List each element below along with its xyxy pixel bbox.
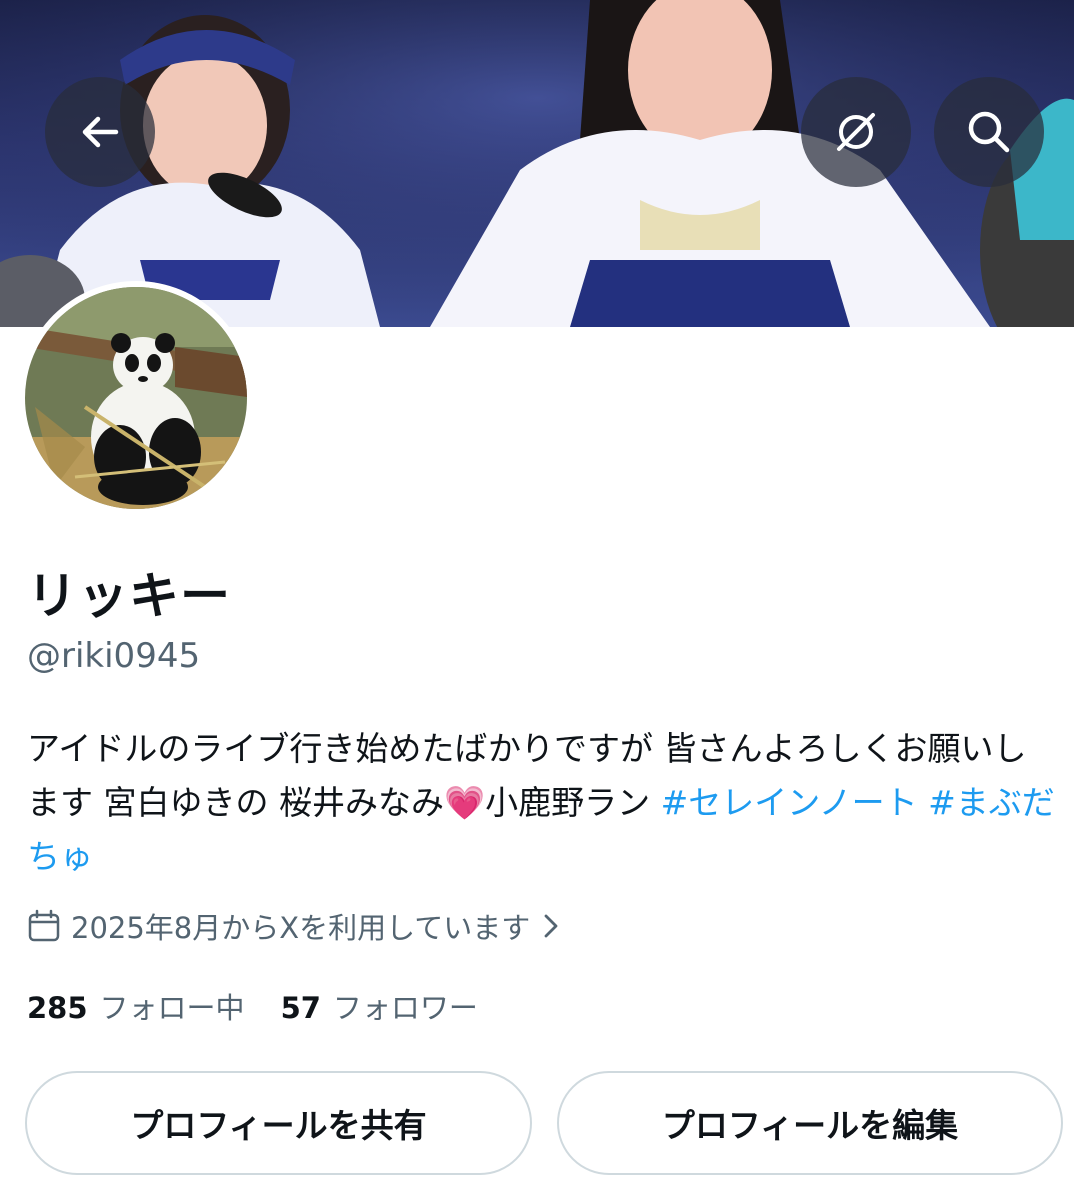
hashtag-link[interactable]: #セレインノート [661, 783, 918, 822]
following-link[interactable]: 285 フォロー中 [27, 985, 245, 1027]
arrow-left-icon [82, 116, 119, 148]
avatar-image [25, 287, 247, 509]
banner-image [0, 0, 1074, 327]
following-count: 285 [27, 991, 88, 1025]
followers-link[interactable]: 57 フォロワー [281, 985, 478, 1027]
grok-icon [837, 113, 875, 151]
followers-count: 57 [280, 991, 321, 1025]
joined-date: 2025年8月からXを利用しています [71, 911, 531, 945]
follow-stats: 285 フォロー中 57 フォロワー [27, 985, 478, 1027]
share-profile-button[interactable]: プロフィールを共有 [25, 1071, 532, 1175]
followers-label: フォロワー [332, 991, 478, 1025]
chevron-right-icon [542, 912, 560, 940]
search-button[interactable] [934, 77, 1044, 187]
search-icon [968, 111, 1010, 153]
heart-emoji: 💗 [443, 783, 486, 822]
joined-date-row[interactable]: 2025年8月からXを利用しています [27, 904, 560, 948]
profile-page: リッキー @riki0945 アイドルのライブ行き始めたばかりですが 皆さんよろ… [0, 0, 1074, 1200]
back-button[interactable] [45, 77, 155, 187]
user-handle: @riki0945 [27, 636, 201, 676]
grok-button[interactable] [801, 77, 911, 187]
display-name: リッキー [27, 567, 231, 625]
profile-banner[interactable] [0, 0, 1074, 327]
bio-text-2: 小鹿野ラン [485, 783, 661, 822]
following-label: フォロー中 [99, 991, 245, 1025]
profile-bio: アイドルのライブ行き始めたばかりですが 皆さんよろしくお願いします 宮白ゆきの … [27, 722, 1057, 884]
edit-profile-button[interactable]: プロフィールを編集 [557, 1071, 1063, 1175]
calendar-icon [27, 909, 61, 943]
avatar[interactable] [19, 281, 253, 515]
